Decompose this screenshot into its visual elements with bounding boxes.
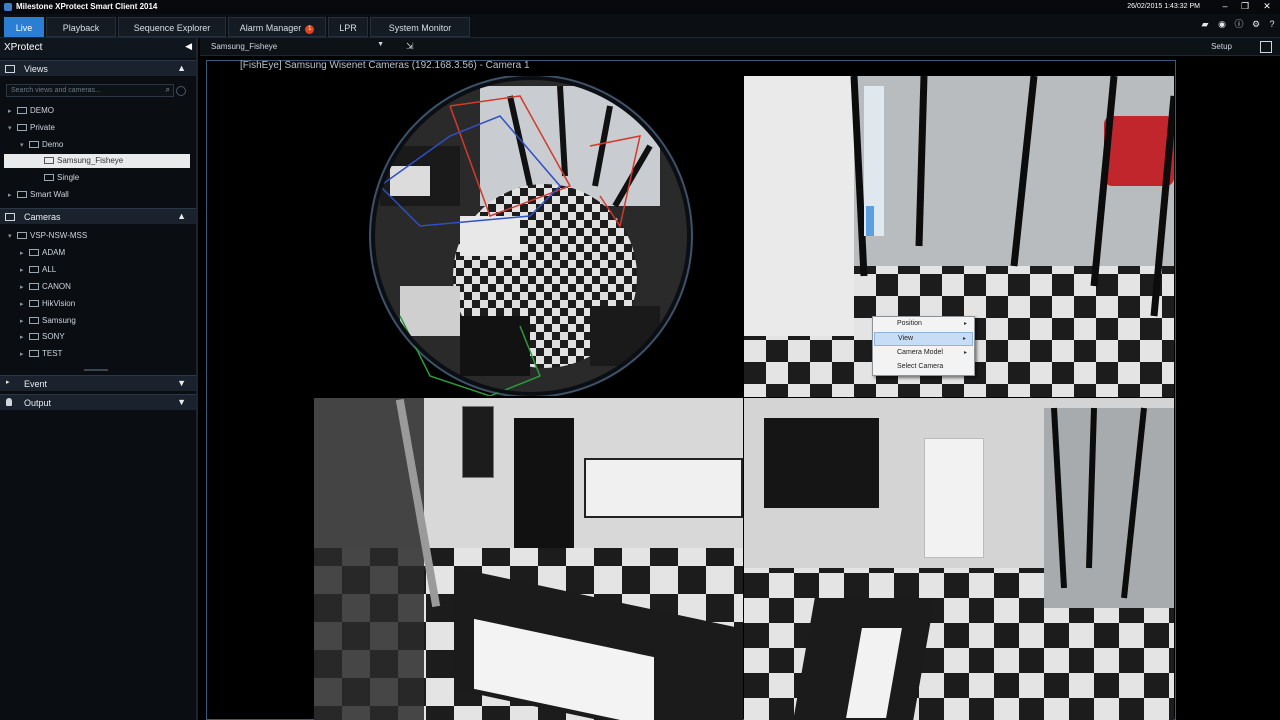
camera-group-test[interactable]: ▸ TEST [20,349,62,363]
folder-icon [29,141,39,148]
camera-group-sony[interactable]: ▸ SONY [20,332,65,346]
clear-search-icon[interactable] [176,86,186,96]
view-icon [44,157,54,164]
folder-icon [29,317,39,324]
camera-tile-bottom-right[interactable] [744,398,1174,720]
title-bar: Milestone XProtect Smart Client 2014 26/… [0,0,1280,14]
menu-item-position[interactable]: Position ▸ [874,318,973,332]
camera-group-canon[interactable]: ▸ CANON [20,282,71,296]
panel-title: XProtect [4,42,43,53]
view-item-samsung-fisheye[interactable]: Samsung_Fisheye [4,154,190,168]
fullscreen-icon[interactable] [1260,41,1272,53]
submenu-arrow-icon: ▸ [963,350,967,356]
collapse-panel-icon[interactable]: ◀ [185,41,192,52]
chevron-up-icon[interactable]: ▲ [177,211,186,221]
pin-icon[interactable]: ⇲ [406,41,414,52]
view-icon [44,174,54,181]
cameras-section-header[interactable]: Cameras ▲ [0,208,196,224]
tab-alarm-manager[interactable]: Alarm Manager 1 [228,17,326,37]
view-toolbar: Samsung_Fisheye ▼ ⇲ Setup [200,38,1280,56]
output-section-header[interactable]: Output ▼ [0,394,196,410]
camera-icon [5,213,15,221]
tab-live[interactable]: Live [4,17,44,37]
folder-icon [17,124,27,131]
folder-icon [29,266,39,273]
camera-group-adam[interactable]: ▸ ADAM [20,248,65,262]
expand-icon: ▸ [8,192,12,199]
camera-group-all[interactable]: ▸ ALL [20,265,56,279]
chevron-down-icon[interactable]: ▼ [177,378,186,388]
camera-server-vsp[interactable]: ▾ VSP-NSW-MSS [8,231,87,245]
fisheye-camera-tile[interactable] [360,76,702,396]
expand-icon: ▸ [20,351,24,358]
menu-item-select-camera[interactable]: Select Camera [874,361,973,375]
expand-icon: ▸ [8,108,12,115]
folder-icon [29,283,39,290]
info-icon[interactable]: ⓘ [1233,18,1245,30]
maximize-button[interactable]: ❐ [1236,1,1254,12]
search-icon[interactable]: ⌕ [166,85,170,95]
views-icon [5,65,15,73]
view-group-demo[interactable]: ▸ DEMO [8,106,54,120]
expand-icon: ▸ [20,301,24,308]
collapse-icon: ▾ [8,125,12,132]
folder-icon [29,333,39,340]
visibility-icon[interactable]: ◉ [1216,18,1228,30]
submenu-arrow-icon: ▸ [962,336,966,342]
camera-group-hikvision[interactable]: ▸ HikVision [20,299,75,313]
tab-sequence-explorer[interactable]: Sequence Explorer [118,17,226,37]
close-button[interactable]: ✕ [1258,1,1276,12]
expand-icon: ▸ [20,267,24,274]
resize-grip[interactable] [84,369,108,371]
server-icon [17,232,27,239]
chevron-down-icon[interactable]: ▼ [177,397,186,407]
output-icon [6,398,12,406]
settings-icon[interactable]: ⚙ [1250,18,1262,30]
view-group-smart-wall[interactable]: ▸ Smart Wall [8,190,69,204]
context-menu: Position ▸ View ▸ Camera Model ▸ Select Cam… [872,316,975,376]
view-item-single[interactable]: Single [44,173,79,187]
status-icon[interactable]: ▰ [1199,18,1211,30]
app-icon [4,3,12,11]
folder-icon [29,249,39,256]
tab-playback[interactable]: Playback [46,17,116,37]
views-section-header[interactable]: Views ▲ [0,60,196,76]
submenu-arrow-icon: ▸ [963,321,967,327]
folder-icon [17,107,27,114]
folder-icon [29,350,39,357]
folder-icon [17,191,27,198]
collapse-icon: ▾ [8,233,12,240]
left-panel: XProtect ◀ Views ▲ Search views and came… [0,38,198,720]
datetime: 26/02/2015 1:43:32 PM [1127,3,1200,10]
dropdown-icon: ▼ [377,41,384,48]
collapse-icon: ▾ [20,142,24,149]
help-icon[interactable]: ? [1266,18,1278,30]
expand-icon: ▸ [20,318,24,325]
minimize-button[interactable]: – [1216,1,1234,12]
setup-button[interactable]: Setup [1211,42,1232,51]
main-tabs: Live Playback Sequence Explorer Alarm Ma… [0,14,1280,38]
search-input[interactable]: Search views and cameras... ⌕ [6,84,174,97]
event-section-header[interactable]: ▸ Event ▼ [0,375,196,391]
panel-header: XProtect ◀ [0,38,196,58]
tab-system-monitor[interactable]: System Monitor [370,17,470,37]
expand-icon: ▸ [20,250,24,257]
expand-icon: ▸ [6,379,10,386]
tab-lpr[interactable]: LPR [328,17,368,37]
folder-icon [29,300,39,307]
camera-group-samsung[interactable]: ▸ Samsung [20,316,76,330]
window-title: Milestone XProtect Smart Client 2014 [16,2,158,11]
expand-icon: ▸ [20,284,24,291]
expand-icon: ▸ [20,334,24,341]
view-selector[interactable]: Samsung_Fisheye ▼ [208,40,384,54]
chevron-up-icon[interactable]: ▲ [177,63,186,73]
menu-item-camera-model[interactable]: Camera Model ▸ [874,347,973,361]
alarm-badge: 1 [305,25,315,34]
view-group-private[interactable]: ▾ Private [8,123,55,137]
camera-tile-bottom-left[interactable] [314,398,743,720]
camera-title: [FishEye] Samsung Wisenet Cameras (192.1… [240,60,530,71]
menu-item-view[interactable]: View ▸ [874,332,973,346]
view-group-demo-sub[interactable]: ▾ Demo [20,140,63,154]
